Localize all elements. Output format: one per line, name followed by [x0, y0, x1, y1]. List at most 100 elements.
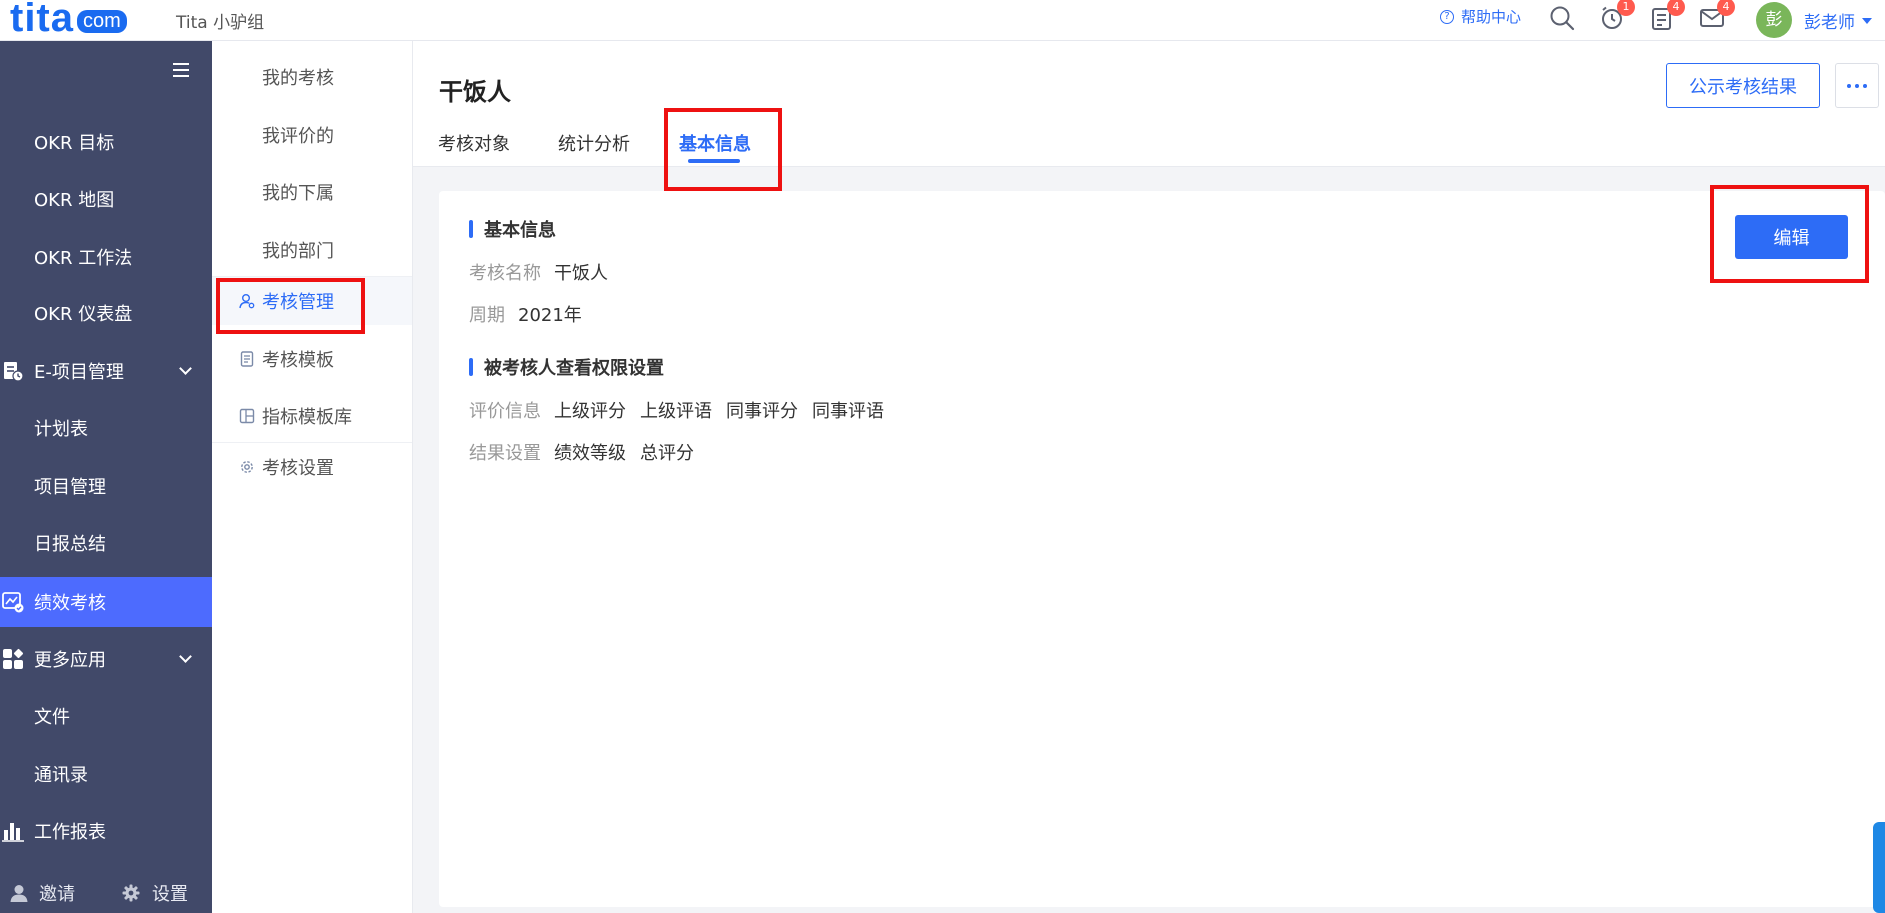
- nav-item-label: 计划表: [34, 419, 88, 440]
- user-name: 彭老师: [1804, 13, 1855, 33]
- task-list-icon: [1648, 8, 1676, 36]
- tab-basic-info[interactable]: 基本信息: [679, 130, 751, 156]
- submenu-indicator-library[interactable]: 指标模板库: [212, 392, 412, 440]
- nav-item-label: E-项目管理: [34, 362, 124, 383]
- period-value: 2021年: [518, 305, 582, 326]
- nav-item-okr-method[interactable]: OKR 工作法: [0, 232, 212, 282]
- result-settings-label: 结果设置: [469, 443, 541, 464]
- tasks-badge: 4: [1667, 0, 1685, 16]
- nav-item-label: 工作报表: [34, 822, 106, 843]
- layout-grid-icon: [239, 408, 255, 424]
- nav-item-plan-table[interactable]: 计划表: [0, 403, 212, 453]
- submenu-evaluated-by-me[interactable]: 我评价的: [212, 111, 412, 159]
- chevron-down-icon: [179, 362, 192, 375]
- user-icon: [9, 883, 29, 903]
- hamburger-menu-icon[interactable]: [173, 63, 189, 77]
- caret-down-icon: [1862, 17, 1872, 24]
- nav-item-more-apps[interactable]: 更多应用: [0, 634, 212, 684]
- invite-label: 邀请: [39, 884, 75, 905]
- left-sidebar: OKR 目标 OKR 地图 OKR 工作法 OKR 仪表盘 E-项目管理 计划表…: [0, 41, 212, 913]
- more-dots-icon: [1855, 83, 1859, 88]
- nav-item-label: OKR 工作法: [34, 248, 133, 269]
- submenu-my-subordinates[interactable]: 我的下属: [212, 168, 412, 216]
- nav-item-label: OKR 目标: [34, 133, 115, 154]
- sidebar-footer: 邀请 设置: [0, 873, 212, 913]
- gear-icon: [122, 884, 140, 902]
- section-title-permission: 被考核人查看权限设置: [469, 354, 664, 380]
- submenu-my-department[interactable]: 我的部门: [212, 226, 412, 274]
- nav-item-project-management[interactable]: 项目管理: [0, 461, 212, 511]
- reminder-badge: 1: [1617, 0, 1635, 16]
- submenu-review-templates[interactable]: 考核模板: [212, 335, 412, 383]
- nav-item-okr-goals[interactable]: OKR 目标: [0, 117, 212, 167]
- submenu-label: 我的下属: [262, 183, 334, 204]
- edit-button[interactable]: 编辑: [1735, 215, 1848, 259]
- nav-item-label: 绩效考核: [34, 593, 106, 614]
- nav-item-label: 通讯录: [34, 765, 88, 786]
- tasks-button[interactable]: 4: [1648, 0, 1685, 32]
- bar-chart-icon: [1, 819, 25, 843]
- nav-item-okr-map[interactable]: OKR 地图: [0, 174, 212, 224]
- nav-item-daily-summary[interactable]: 日报总结: [0, 518, 212, 568]
- nav-item-work-reports[interactable]: 工作报表: [0, 806, 212, 856]
- nav-item-files[interactable]: 文件: [0, 691, 212, 741]
- search-icon[interactable]: [1548, 4, 1576, 32]
- result-item: 总评分: [640, 443, 694, 464]
- nav-item-label: 日报总结: [34, 534, 106, 555]
- nav-item-label: 项目管理: [34, 477, 106, 498]
- nav-item-okr-dashboard[interactable]: OKR 仪表盘: [0, 288, 212, 338]
- nav-item-project-management-group[interactable]: E-项目管理: [0, 346, 212, 396]
- review-header: 干饭人 考核对象 统计分析 基本信息 公示考核结果: [413, 41, 1885, 167]
- evaluation-info-row: 评价信息 上级评分 上级评语 同事评分 同事评语: [469, 397, 898, 423]
- tab-review-targets[interactable]: 考核对象: [438, 130, 510, 156]
- top-bar: tita com Tita 小驴组 ? 帮助中心 1 4 4 彭 彭老师: [0, 0, 1885, 41]
- nav-item-label: 更多应用: [34, 650, 106, 671]
- nav-item-label: OKR 地图: [34, 190, 115, 211]
- evaluation-info-label: 评价信息: [469, 401, 541, 422]
- evaluation-item: 上级评分: [554, 401, 626, 422]
- tita-logo[interactable]: tita com: [10, 0, 127, 41]
- avatar[interactable]: 彭: [1756, 2, 1792, 38]
- submenu-label: 考核管理: [262, 292, 334, 313]
- floating-support-widget[interactable]: [1873, 822, 1885, 913]
- period-row: 周期 2021年: [469, 301, 596, 327]
- submenu-review-management[interactable]: 考核管理: [212, 277, 412, 325]
- mail-icon: [1698, 9, 1726, 36]
- org-name[interactable]: Tita 小驴组: [176, 8, 264, 33]
- nav-item-contacts[interactable]: 通讯录: [0, 749, 212, 799]
- result-item: 绩效等级: [554, 443, 626, 464]
- project-doc-icon: [1, 359, 25, 383]
- document-icon: [239, 351, 255, 367]
- user-manage-icon: [239, 293, 255, 309]
- submenu-review-settings[interactable]: 考核设置: [212, 443, 412, 491]
- submenu-label: 考核设置: [262, 458, 334, 479]
- review-name-row: 考核名称 干饭人: [469, 259, 622, 285]
- more-dots-icon: [1863, 83, 1867, 88]
- page-title: 干饭人: [439, 78, 511, 106]
- nav-item-label: 文件: [34, 707, 70, 728]
- invite-button[interactable]: 邀请: [9, 880, 75, 906]
- help-center-label: 帮助中心: [1461, 8, 1522, 26]
- settings-label: 设置: [152, 884, 188, 905]
- logo-wordmark: tita: [10, 0, 74, 40]
- settings-button[interactable]: 设置: [122, 880, 188, 906]
- section-title-basic-info: 基本信息: [469, 216, 556, 242]
- chevron-down-icon: [179, 650, 192, 663]
- more-options-button[interactable]: [1835, 63, 1879, 108]
- publish-results-button[interactable]: 公示考核结果: [1666, 63, 1820, 108]
- review-name-value: 干饭人: [554, 263, 608, 284]
- user-menu[interactable]: 彭老师: [1804, 8, 1872, 33]
- nav-item-label: OKR 仪表盘: [34, 304, 133, 325]
- question-icon: ?: [1440, 9, 1454, 24]
- nav-item-performance-review[interactable]: 绩效考核: [0, 577, 212, 627]
- tab-statistics[interactable]: 统计分析: [558, 130, 630, 156]
- submenu-my-reviews[interactable]: 我的考核: [212, 53, 412, 101]
- submenu-label: 我的部门: [262, 241, 334, 262]
- alarm-clock-icon: [1598, 6, 1626, 36]
- reminder-button[interactable]: 1: [1598, 0, 1635, 32]
- period-label: 周期: [469, 305, 505, 326]
- help-center-link[interactable]: ? 帮助中心: [1440, 6, 1521, 27]
- logo-com: com: [77, 10, 127, 33]
- mail-button[interactable]: 4: [1698, 0, 1735, 32]
- submenu-label: 指标模板库: [262, 407, 352, 428]
